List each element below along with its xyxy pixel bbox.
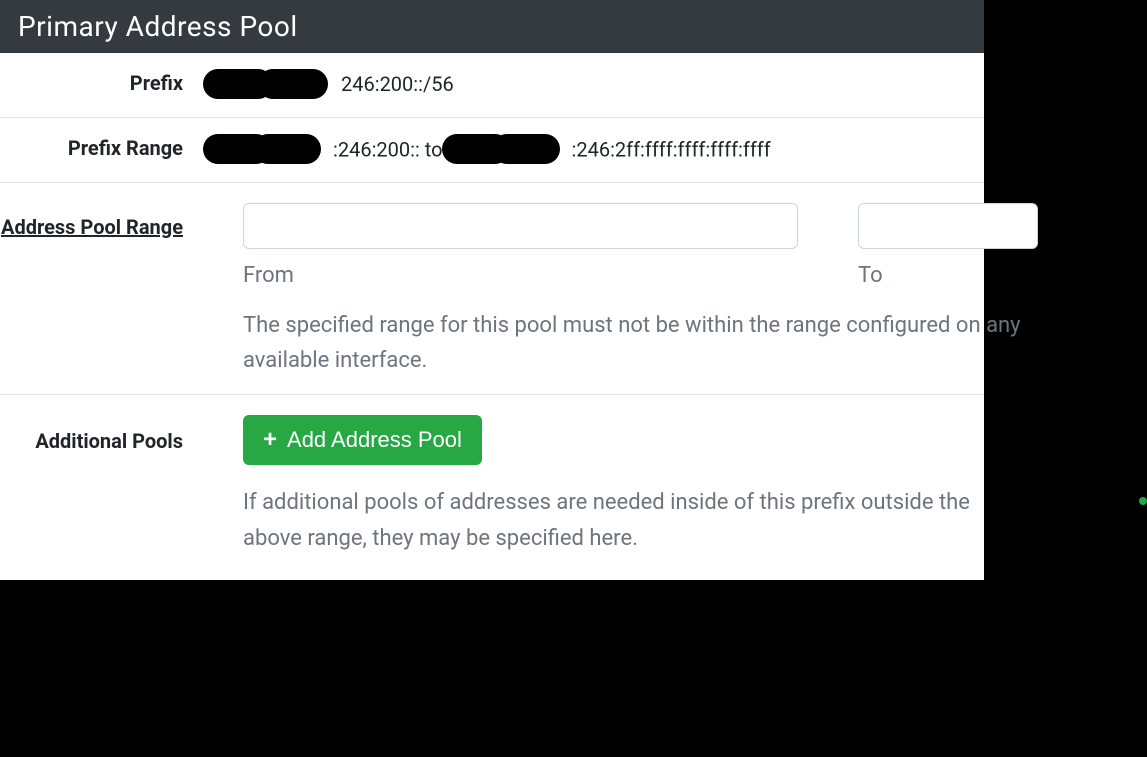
prefix-row: Prefix 246:200::/56: [0, 53, 984, 118]
add-address-pool-button[interactable]: + Add Address Pool: [243, 415, 482, 465]
address-pool-range-label[interactable]: Address Pool Range: [0, 197, 195, 243]
address-pool-range-to-input[interactable]: [858, 203, 1038, 249]
address-pool-range-row: Address Pool Range From To The specified…: [0, 183, 984, 395]
additional-pools-content: + Add Address Pool If additional pools o…: [195, 409, 984, 555]
prefix-range-value: :246:200:: to :246:2ff:ffff:ffff:ffff:ff…: [195, 132, 984, 166]
additional-pools-help: If additional pools of addresses are nee…: [243, 485, 984, 555]
additional-pools-label: Additional Pools: [0, 409, 195, 453]
redacted-icon: [203, 134, 333, 164]
redacted-icon: [203, 69, 343, 99]
address-pool-range-help: The specified range for this pool must n…: [243, 308, 1038, 378]
prefix-label: Prefix: [0, 67, 195, 95]
prefix-range-label: Prefix Range: [0, 132, 195, 160]
prefix-range-end-text: :246:2ff:ffff:ffff:ffff:ffff: [572, 137, 771, 161]
from-label: From: [243, 263, 798, 288]
prefix-value-text: 246:200::/56: [341, 72, 454, 96]
prefix-range-row: Prefix Range :246:200:: to :246:2ff:ffff…: [0, 118, 984, 183]
additional-pools-row: Additional Pools + Add Address Pool If a…: [0, 395, 984, 579]
address-pool-range-inputs: From To The specified range for this poo…: [195, 197, 1038, 378]
address-pool-range-from-input[interactable]: [243, 203, 798, 249]
add-address-pool-button-label: Add Address Pool: [287, 427, 462, 453]
prefix-value: 246:200::/56: [195, 67, 984, 101]
indicator-dot-icon: [1139, 497, 1147, 505]
to-label: To: [858, 263, 1038, 288]
plus-icon: +: [263, 428, 277, 452]
panel-title: Primary Address Pool: [0, 0, 984, 53]
prefix-range-start-text: :246:200:: to: [333, 137, 443, 161]
primary-address-pool-panel: Primary Address Pool Prefix 246:200::/56…: [0, 0, 984, 580]
redacted-icon: [442, 134, 572, 164]
